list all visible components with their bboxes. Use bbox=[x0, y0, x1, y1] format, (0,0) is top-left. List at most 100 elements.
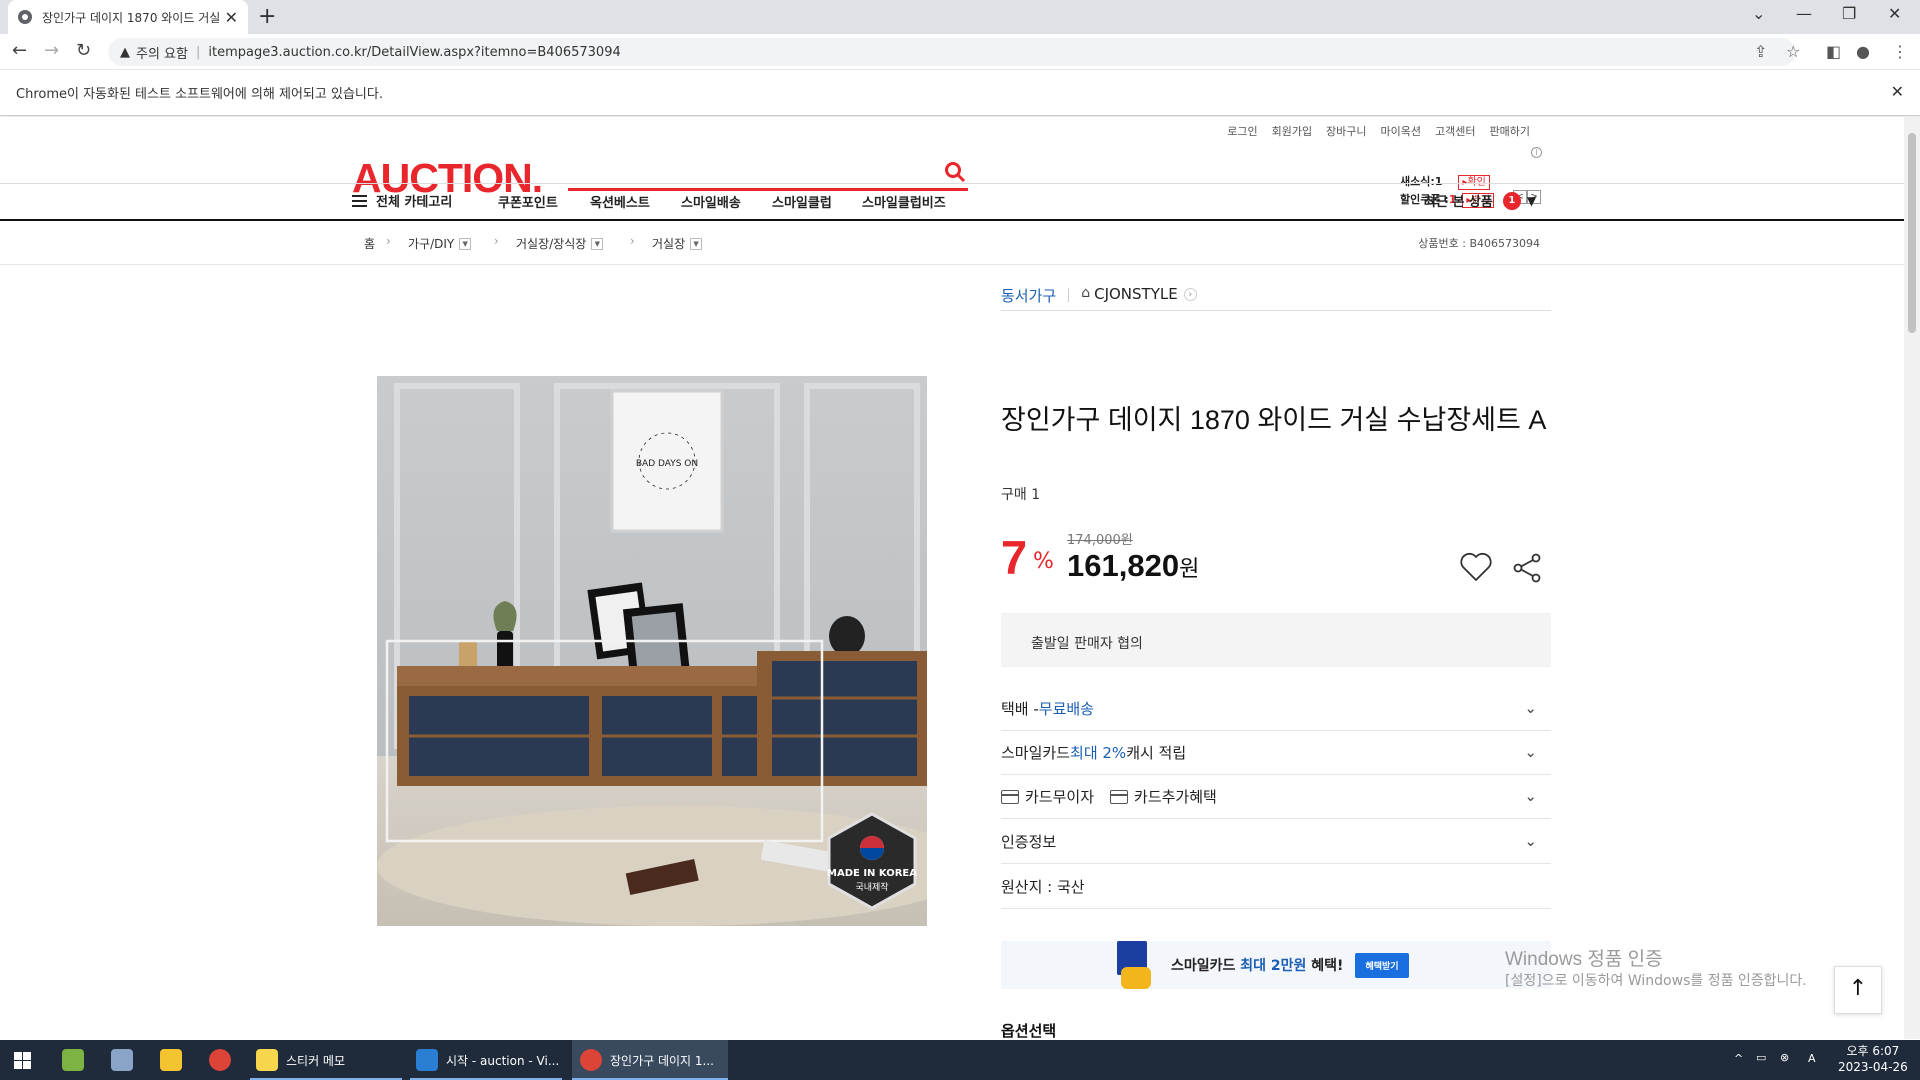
card-benefit-row[interactable]: 카드무이자 카드추가혜택 ⌄ bbox=[1001, 775, 1551, 819]
taskbar-app-1[interactable] bbox=[62, 1040, 84, 1080]
taskbar-chrome-window[interactable]: 장인가구 데이지 1... bbox=[572, 1040, 728, 1080]
breadcrumb-separator-icon: › bbox=[386, 234, 391, 248]
scrollbar-thumb[interactable] bbox=[1908, 133, 1916, 333]
card-benefit-label: 카드추가혜택 bbox=[1134, 788, 1217, 806]
smilecard-suffix: 캐시 적립 bbox=[1126, 744, 1187, 762]
breadcrumb-level-1[interactable]: 가구/DIY ▼ bbox=[408, 235, 472, 252]
recent-viewed-button[interactable]: 최근 본 상품 1 ▼ bbox=[1424, 191, 1536, 210]
nav-smile-club[interactable]: 스마일클럽 bbox=[772, 192, 832, 211]
warning-icon: ▲ bbox=[120, 44, 130, 60]
tab-search-icon[interactable]: ⌄ bbox=[1752, 4, 1765, 23]
taskbar-label-chrome: 장인가구 데이지 1... bbox=[610, 1053, 714, 1068]
discount-unit: % bbox=[1033, 549, 1054, 574]
sale-price-value: 161,820 bbox=[1067, 548, 1180, 583]
product-image[interactable]: BAD DAYS ON MADE IN KOREA 국내제작 bbox=[377, 376, 927, 926]
origin-label: 원산지 : 국산 bbox=[1001, 878, 1085, 896]
search-icon[interactable] bbox=[944, 161, 966, 183]
taskbar-app-2[interactable] bbox=[111, 1040, 133, 1080]
minimize-button[interactable]: — bbox=[1796, 4, 1812, 23]
close-tab-icon[interactable]: ✕ bbox=[225, 8, 238, 27]
bookmark-star-icon[interactable]: ☆ bbox=[1786, 42, 1800, 61]
smilecard-banner[interactable]: 스마일카드 최대 2만원 혜택! 혜택받기 bbox=[1001, 941, 1551, 989]
restore-button[interactable]: ❐ bbox=[1842, 4, 1856, 23]
hamburger-icon bbox=[352, 194, 367, 207]
seller-link[interactable]: 동서가구 bbox=[1001, 285, 1056, 306]
signup-link[interactable]: 회원가입 bbox=[1272, 123, 1312, 139]
store-link[interactable]: CJONSTYLE bbox=[1094, 285, 1178, 303]
chevron-down-icon: ▼ bbox=[1526, 193, 1537, 208]
util-links: 로그인 회원가입 장바구니 마이옥션 고객센터 판매하기 bbox=[1227, 123, 1530, 139]
address-bar[interactable]: ▲ 주의 요함 | itempage3.auction.co.kr/Detail… bbox=[108, 38, 1796, 66]
nav-smile-delivery[interactable]: 스마일배송 bbox=[681, 192, 741, 211]
page-scrollbar[interactable] bbox=[1904, 117, 1920, 1039]
reload-icon[interactable]: ↻ bbox=[76, 40, 91, 61]
customer-center-link[interactable]: 고객센터 bbox=[1435, 123, 1475, 139]
share-page-icon[interactable]: ⇪ bbox=[1754, 42, 1767, 61]
breadcrumb-level-2[interactable]: 거실장/장식장 ▼ bbox=[516, 235, 604, 252]
folder-icon bbox=[160, 1049, 182, 1071]
recent-count-badge: 1 bbox=[1502, 191, 1521, 210]
smilecard-row[interactable]: 스마일카드 최대 2% 캐시 적립 ⌄ bbox=[1001, 731, 1551, 775]
windows-start-icon[interactable] bbox=[14, 1052, 31, 1069]
all-category-button[interactable]: 전체 카테고리 bbox=[352, 191, 452, 210]
forward-icon[interactable]: → bbox=[44, 40, 59, 61]
back-icon[interactable]: ← bbox=[12, 40, 27, 61]
chevron-down-icon[interactable]: ⌄ bbox=[1524, 787, 1537, 805]
automation-infobar: Chrome이 자동화된 테스트 소프트웨어에 의해 제어되고 있습니다. ✕ bbox=[0, 70, 1920, 116]
breadcrumb-home[interactable]: 홈 bbox=[364, 235, 375, 252]
chevron-right-icon[interactable]: › bbox=[1183, 288, 1197, 301]
card-installment-label: 카드무이자 bbox=[1025, 788, 1095, 806]
nav-auction-best[interactable]: 옥션베스트 bbox=[590, 192, 650, 211]
my-auction-link[interactable]: 마이옥션 bbox=[1381, 123, 1421, 139]
globe-icon bbox=[18, 10, 32, 24]
chevron-down-icon[interactable]: ▼ bbox=[591, 237, 604, 250]
page-viewport: 로그인 회원가입 장바구니 마이옥션 고객센터 판매하기 i AUCTION. … bbox=[0, 117, 1904, 1039]
taskbar-clock[interactable]: 오후 6:07 2023-04-26 bbox=[1838, 1043, 1908, 1075]
share-icon[interactable] bbox=[1511, 552, 1543, 584]
infobar-text: Chrome이 자동화된 테스트 소프트웨어에 의해 제어되고 있습니다. bbox=[16, 87, 383, 102]
card-icon bbox=[1001, 789, 1019, 804]
product-number: 상품번호 : B406573094 bbox=[1418, 237, 1540, 250]
benefit-button[interactable]: 혜택받기 bbox=[1355, 952, 1409, 978]
nav-smile-club-biz[interactable]: 스마일클럽비즈 bbox=[862, 192, 946, 211]
menu-dots-icon[interactable]: ⋮ bbox=[1892, 42, 1908, 61]
chevron-down-icon[interactable]: ▼ bbox=[459, 237, 472, 250]
scroll-to-top-button[interactable]: ↑ bbox=[1834, 966, 1882, 1014]
cart-link[interactable]: 장바구니 bbox=[1326, 123, 1366, 139]
browser-tab-strip: 장인가구 데이지 1870 와이드 거실 수납장세트 A ✕ + ⌄ — ❐ ✕ bbox=[0, 0, 1920, 34]
chevron-down-icon[interactable]: ▼ bbox=[690, 237, 703, 250]
banner-text: 스마일카드 최대 2만원 혜택! bbox=[1171, 955, 1343, 975]
sell-link[interactable]: 판매하기 bbox=[1490, 123, 1530, 139]
delivery-row[interactable]: 택배 - 무료배송 ⌄ bbox=[1001, 687, 1551, 731]
taskbar-chrome[interactable] bbox=[209, 1040, 231, 1080]
buy-count: 구매 1 bbox=[1001, 487, 1041, 503]
certification-row[interactable]: 인증정보 ⌄ bbox=[1001, 820, 1551, 864]
taskbar-vscode[interactable]: 시작 - auction - Vi... bbox=[416, 1040, 559, 1080]
infobar-close-icon[interactable]: ✕ bbox=[1891, 82, 1904, 101]
tray-chevron-icon[interactable]: ^ bbox=[1734, 1052, 1743, 1065]
taskbar-label-sticky: 스티커 메모 bbox=[286, 1053, 346, 1068]
clock-date: 2023-04-26 bbox=[1838, 1060, 1908, 1074]
new-tab-button[interactable]: + bbox=[258, 4, 276, 29]
login-link[interactable]: 로그인 bbox=[1227, 123, 1257, 139]
breadcrumb-level-3[interactable]: 거실장 ▼ bbox=[652, 235, 703, 252]
chevron-down-icon[interactable]: ⌄ bbox=[1524, 699, 1537, 717]
volume-icon[interactable]: ⊗ bbox=[1780, 1051, 1789, 1064]
chevron-down-icon[interactable]: ⌄ bbox=[1524, 832, 1537, 850]
ime-indicator[interactable]: A bbox=[1808, 1052, 1816, 1065]
browser-toolbar: ← → ↻ ▲ 주의 요함 | itempage3.auction.co.kr/… bbox=[0, 34, 1920, 70]
network-icon[interactable]: ▭ bbox=[1756, 1051, 1766, 1064]
browser-tab-active[interactable]: 장인가구 데이지 1870 와이드 거실 수납장세트 A ✕ bbox=[8, 0, 248, 34]
side-panel-icon[interactable]: ◧ bbox=[1826, 42, 1841, 61]
taskbar-sticky-notes[interactable]: 스티커 메모 bbox=[256, 1040, 345, 1080]
info-icon[interactable]: i bbox=[1531, 147, 1542, 158]
profile-icon[interactable]: ● bbox=[1856, 42, 1870, 61]
nav-coupon-point[interactable]: 쿠폰포인트 bbox=[498, 192, 558, 211]
heart-icon[interactable] bbox=[1459, 552, 1493, 582]
maps-icon bbox=[62, 1049, 84, 1071]
url-text: itempage3.auction.co.kr/DetailView.aspx?… bbox=[208, 44, 621, 60]
poster-text: BAD DAYS ON bbox=[636, 459, 698, 469]
taskbar-explorer[interactable] bbox=[160, 1040, 182, 1080]
chevron-down-icon[interactable]: ⌄ bbox=[1524, 743, 1537, 761]
close-window-button[interactable]: ✕ bbox=[1888, 4, 1901, 23]
